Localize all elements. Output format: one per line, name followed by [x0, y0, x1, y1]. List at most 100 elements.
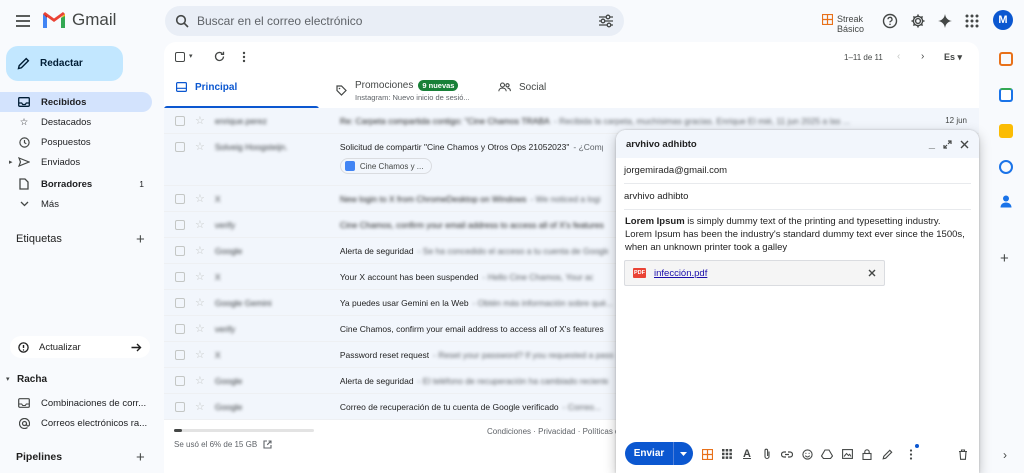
attach-file-icon[interactable] [760, 447, 774, 461]
streak-menu[interactable]: Streak Básico [822, 14, 864, 34]
nav-item-starred[interactable]: ☆ Destacados [0, 112, 152, 132]
row-checkbox[interactable] [175, 271, 185, 282]
footer-links[interactable]: Condiciones · Privacidad · Políticas de [487, 427, 624, 436]
send-options-icon[interactable] [673, 442, 693, 465]
star-toggle-icon[interactable]: ☆ [195, 296, 205, 309]
get-addons-icon[interactable]: + [1000, 250, 1009, 267]
racha-item[interactable]: Correos electrónicos ra... [0, 413, 152, 433]
discard-trash-icon[interactable] [956, 447, 970, 461]
row-checkbox[interactable] [175, 323, 185, 334]
search-input[interactable] [197, 14, 598, 28]
confidential-lock-icon[interactable] [860, 447, 874, 461]
row-checkbox[interactable] [175, 115, 185, 126]
gemini-sparkle-icon[interactable] [936, 12, 954, 30]
text-format-icon[interactable]: A [740, 447, 754, 461]
drive-icon[interactable] [820, 447, 834, 461]
select-all-checkbox[interactable] [175, 52, 185, 62]
next-page-icon[interactable]: › [921, 51, 924, 62]
row-checkbox[interactable] [175, 297, 185, 308]
compose-body[interactable]: Lorem Ipsum is simply dummy text of the … [625, 215, 965, 254]
select-dropdown-icon[interactable]: ▾ [189, 52, 193, 60]
compose-button[interactable]: Redactar [6, 46, 123, 81]
tab-social[interactable]: Social [498, 72, 546, 108]
open-external-icon[interactable] [263, 440, 272, 449]
update-button[interactable]: Actualizar [10, 336, 150, 358]
subject-field[interactable]: arvhivo adhibto [624, 184, 971, 210]
attachment[interactable]: PDF infección.pdf [624, 260, 885, 286]
add-pipeline-icon[interactable]: + [136, 449, 145, 466]
templates-grid-icon[interactable] [720, 447, 734, 461]
collapse-racha-icon[interactable]: ▾ [6, 375, 10, 383]
show-side-panel-icon[interactable]: › [1003, 448, 1007, 462]
gmail-logo[interactable]: Gmail [42, 10, 116, 30]
refresh-icon[interactable] [214, 51, 225, 62]
row-checkbox[interactable] [175, 193, 185, 204]
nav-label: Pospuestos [41, 136, 91, 148]
star-toggle-icon[interactable]: ☆ [195, 322, 205, 335]
row-checkbox[interactable] [175, 142, 185, 152]
minimize-icon[interactable]: _ [929, 138, 935, 150]
search-bar[interactable] [165, 6, 624, 36]
row-checkbox[interactable] [175, 375, 185, 386]
emoji-icon[interactable] [800, 447, 814, 461]
streak-sidepanel-icon[interactable] [999, 52, 1013, 66]
language-selector[interactable]: Es ▾ [944, 52, 962, 63]
nav-item-sent[interactable]: ▸ Enviados [0, 152, 152, 172]
help-icon[interactable] [881, 12, 899, 30]
star-toggle-icon[interactable]: ☆ [195, 218, 205, 231]
row-checkbox[interactable] [175, 245, 185, 256]
star-toggle-icon[interactable]: ☆ [195, 244, 205, 257]
add-label-icon[interactable]: + [136, 231, 145, 248]
settings-gear-icon[interactable] [909, 12, 927, 30]
sender: X [214, 193, 221, 204]
prev-page-icon[interactable]: ‹ [897, 51, 900, 62]
star-toggle-icon[interactable]: ☆ [195, 192, 205, 205]
racha-item[interactable]: Combinaciones de corr... [0, 393, 152, 413]
compose-header[interactable]: arvhivo adhibto _ [616, 130, 979, 158]
row-checkbox[interactable] [175, 401, 185, 412]
streak-compose-icon[interactable] [700, 447, 714, 461]
expand-arrow-icon[interactable]: ▸ [9, 158, 13, 166]
more-options-icon[interactable] [904, 447, 918, 461]
row-checkbox[interactable] [175, 219, 185, 230]
account-avatar[interactable]: M [993, 10, 1013, 30]
update-label: Actualizar [39, 341, 81, 353]
compose-title: arvhivo adhibto [626, 138, 697, 150]
star-toggle-icon[interactable]: ☆ [195, 400, 205, 413]
search-icon[interactable] [175, 14, 189, 28]
subject: Solicitud de compartir "Cine Chamos y Ot… [339, 142, 570, 152]
to-field[interactable]: jorgemirada@gmail.com [624, 158, 971, 184]
insert-link-icon[interactable] [780, 447, 794, 461]
insert-photo-icon[interactable] [840, 447, 854, 461]
calendar-icon[interactable] [999, 88, 1013, 102]
inbox-icon [16, 97, 32, 107]
star-toggle-icon[interactable]: ☆ [195, 140, 205, 153]
apps-grid-icon[interactable] [963, 12, 981, 30]
nav-item-drafts[interactable]: Borradores 1 [0, 174, 152, 194]
keep-icon[interactable] [999, 124, 1013, 138]
signature-pen-icon[interactable] [880, 447, 894, 461]
expand-icon[interactable] [943, 139, 952, 149]
attachment-chip[interactable]: Cine Chamos y ... [339, 158, 433, 174]
tab-label: Social [519, 82, 547, 93]
contacts-icon[interactable] [1000, 195, 1012, 208]
nav-item-snoozed[interactable]: Pospuestos [0, 132, 152, 152]
tab-principal[interactable]: Principal [176, 72, 237, 108]
main-menu-icon[interactable] [14, 12, 32, 30]
star-toggle-icon[interactable]: ☆ [195, 114, 205, 127]
tasks-icon[interactable] [999, 160, 1013, 174]
star-toggle-icon[interactable]: ☆ [195, 374, 205, 387]
close-icon[interactable] [960, 140, 969, 149]
send-icon [16, 157, 32, 167]
star-toggle-icon[interactable]: ☆ [195, 270, 205, 283]
star-toggle-icon[interactable]: ☆ [195, 348, 205, 361]
attachment-name[interactable]: infección.pdf [654, 268, 707, 279]
send-button[interactable]: Enviar [625, 442, 693, 465]
tab-promociones[interactable]: Promociones 9 nuevas Instagram: Nuevo in… [336, 72, 470, 108]
search-options-icon[interactable] [598, 14, 614, 28]
more-vert-icon[interactable] [242, 51, 246, 63]
row-checkbox[interactable] [175, 349, 185, 360]
remove-attachment-icon[interactable] [868, 269, 876, 277]
nav-item-more[interactable]: Más [0, 194, 152, 214]
nav-item-inbox[interactable]: Recibidos [0, 92, 152, 112]
